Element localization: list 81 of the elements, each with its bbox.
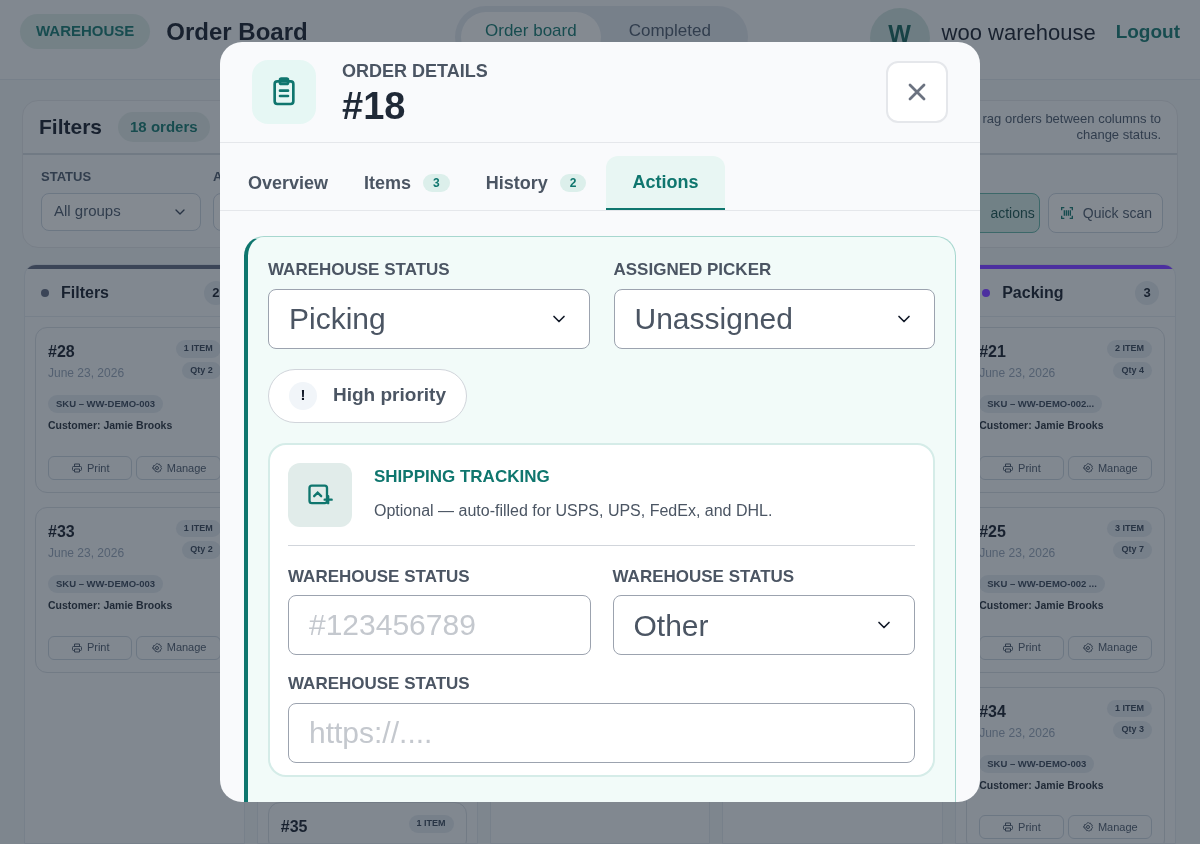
- sku-tag: SKU – WW-DEMO-002...: [979, 395, 1103, 414]
- sku-tag: SKU – WW-DEMO-003: [48, 574, 164, 593]
- section-title: SHIPPING TRACKING: [374, 465, 551, 488]
- dialog-tab[interactable]: History 2: [469, 156, 603, 210]
- card-action-button[interactable]: Print: [979, 815, 1064, 840]
- field-label: WAREHOUSE STATUS: [288, 673, 471, 695]
- printer-icon: [1002, 821, 1015, 834]
- customer-name: Customer: Jamie Brooks: [979, 777, 1105, 793]
- settings-icon: [1081, 821, 1094, 834]
- quantity-badge: Qty 2: [182, 541, 221, 559]
- sku-tag: SKU – WW-DEMO-003: [48, 395, 164, 414]
- quantity-badge: Qty 7: [1113, 541, 1152, 559]
- order-number: #34: [979, 701, 1007, 722]
- brand-badge: WAREHOUSE: [20, 14, 151, 49]
- toolbar-button[interactable]: Quick scan: [1047, 193, 1163, 233]
- printer-icon: [1002, 461, 1015, 474]
- view-tab[interactable]: Completed: [604, 12, 735, 62]
- order-number: #35: [280, 817, 308, 837]
- sku-tag: SKU – WW-DEMO-003: [979, 754, 1095, 773]
- select-field[interactable]: Picking: [268, 288, 590, 349]
- settings-icon: [1081, 461, 1094, 474]
- dialog-title: #18: [342, 84, 407, 127]
- printer-icon: [70, 641, 83, 654]
- input-field[interactable]: #123456789: [288, 595, 591, 655]
- count-badge: 2: [559, 174, 587, 192]
- order-count-badge: 18 orders: [118, 111, 210, 143]
- field-label: WAREHOUSE STATUS: [288, 565, 471, 588]
- customer-name: Customer: Jamie Brooks: [979, 597, 1105, 613]
- printer-icon: [70, 461, 83, 474]
- field-label: WAREHOUSE STATUS: [268, 259, 451, 281]
- quantity-badge: Qty 3: [1113, 721, 1152, 739]
- select-field[interactable]: All groups: [41, 192, 201, 231]
- settings-icon: [150, 641, 163, 654]
- field-label: STATUS: [41, 168, 93, 186]
- logout-link[interactable]: Logout: [1115, 18, 1180, 47]
- item-count-badge: 1 ITEM: [408, 815, 454, 833]
- order-card[interactable]: #35 1 ITEM: [267, 802, 467, 843]
- select-field[interactable]: Other: [612, 595, 915, 655]
- count-badge: 3: [423, 174, 450, 192]
- quantity-badge: Qty 4: [1113, 361, 1152, 379]
- settings-icon: [150, 461, 163, 474]
- panel-title: Filters: [39, 114, 103, 141]
- item-count-badge: 1 ITEM: [175, 519, 221, 538]
- settings-icon: [1081, 641, 1094, 654]
- card-action-button[interactable]: Print: [48, 635, 133, 660]
- column-title: Packing: [1002, 282, 1064, 303]
- order-number: #33: [48, 521, 76, 542]
- section-description: Optional — auto-filled for USPS, UPS, FedEx, and DHL.: [374, 501, 773, 521]
- page-title: Order Board: [166, 17, 308, 47]
- card-action-button[interactable]: Manage: [1067, 815, 1152, 840]
- priority-toggle[interactable]: ! High priority: [268, 368, 467, 423]
- dialog-tab[interactable]: Items 3: [348, 156, 466, 210]
- printer-icon: [1002, 641, 1015, 654]
- sku-tag: SKU – WW-DEMO-002 ...: [979, 574, 1105, 593]
- card-action-button[interactable]: Print: [48, 455, 133, 480]
- field-label: WAREHOUSE STATUS: [612, 565, 796, 588]
- card-action-button[interactable]: Manage: [1067, 635, 1152, 660]
- field-label: ASSIGNED PICKER: [613, 259, 773, 281]
- card-action-button[interactable]: Manage: [1067, 455, 1152, 480]
- order-number: #28: [48, 342, 76, 362]
- scan-icon: [1058, 205, 1075, 221]
- count-badge: 3: [1135, 280, 1159, 305]
- user-name: woo warehouse: [941, 19, 1096, 47]
- column-title: Filters: [61, 282, 109, 303]
- item-count-badge: 2 ITEM: [1107, 340, 1152, 358]
- customer-name: Customer: Jamie Brooks: [48, 597, 174, 613]
- order-number: #25: [979, 521, 1007, 542]
- select-field[interactable]: Unassigned: [613, 288, 935, 349]
- item-count-badge: 1 ITEM: [175, 340, 221, 358]
- customer-name: Customer: Jamie Brooks: [48, 418, 174, 433]
- item-count-badge: 3 ITEM: [1107, 519, 1152, 538]
- customer-name: Customer: Jamie Brooks: [979, 418, 1105, 433]
- dialog-tab[interactable]: Actions: [606, 156, 725, 210]
- item-count-badge: 1 ITEM: [1107, 699, 1152, 717]
- dialog-tab[interactable]: Overview: [232, 156, 345, 210]
- order-number: #21: [979, 342, 1007, 362]
- dialog-eyebrow: ORDER DETAILS: [342, 59, 488, 83]
- quantity-badge: Qty 2: [182, 361, 221, 379]
- close-button[interactable]: [886, 61, 948, 123]
- input-field[interactable]: https://....: [288, 702, 915, 763]
- hint-text: rag orders between columns to change status.: [981, 111, 1161, 143]
